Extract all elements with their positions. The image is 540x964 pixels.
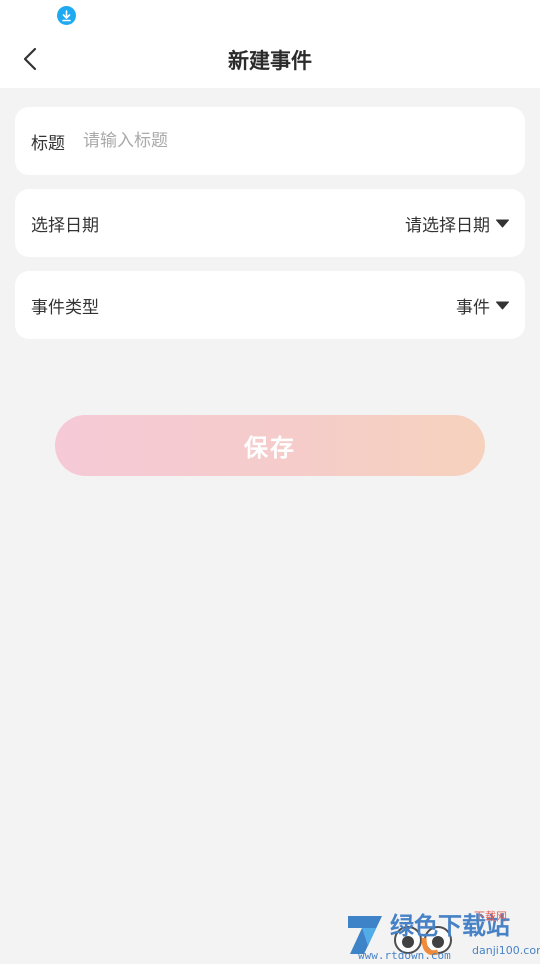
- type-select-value: 事件: [456, 297, 490, 318]
- save-button[interactable]: 保存: [55, 415, 485, 476]
- svg-text:www.rtdown.com: www.rtdown.com: [358, 949, 451, 960]
- date-field-label: 选择日期: [31, 215, 99, 236]
- type-field-card[interactable]: 事件类型 事件: [15, 271, 525, 339]
- watermark-logo: 绿色下载站 下载网 danji100.com www.rtdown.com: [346, 908, 540, 962]
- date-field-card[interactable]: 选择日期 请选择日期: [15, 189, 525, 257]
- download-icon: [57, 6, 76, 25]
- type-select[interactable]: 事件: [456, 293, 509, 318]
- nav-bar: 新建事件: [0, 34, 540, 88]
- title-input[interactable]: [83, 131, 509, 151]
- page-title: 新建事件: [228, 49, 312, 73]
- caret-down-icon: [496, 219, 509, 228]
- title-field-label: 标题: [31, 133, 65, 154]
- date-select-value: 请选择日期: [405, 215, 490, 236]
- status-bar: [0, 0, 540, 34]
- caret-down-icon: [496, 301, 509, 310]
- title-field-card[interactable]: 标题: [15, 107, 525, 175]
- svg-text:下载网: 下载网: [474, 910, 507, 923]
- date-select[interactable]: 请选择日期: [405, 211, 509, 236]
- svg-text:danji100.com: danji100.com: [472, 944, 540, 957]
- type-field-label: 事件类型: [31, 297, 99, 318]
